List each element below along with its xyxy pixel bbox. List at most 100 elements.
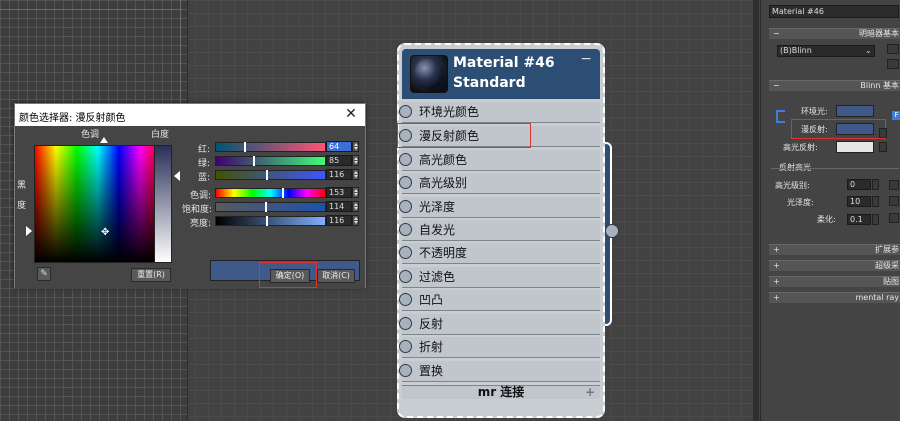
ok-highlight xyxy=(259,262,317,288)
blue-spinner[interactable] xyxy=(352,169,359,180)
slot-ambient[interactable]: 环境光颜色 xyxy=(399,102,600,123)
input-socket-icon[interactable] xyxy=(399,153,412,166)
maps-rollup[interactable]: + 贴图 xyxy=(769,276,900,287)
output-socket-icon[interactable] xyxy=(605,224,619,238)
spec-graph-3 xyxy=(889,213,899,223)
gloss-spinner[interactable] xyxy=(872,196,879,207)
black-pointer-icon[interactable] xyxy=(26,226,32,236)
input-socket-icon[interactable] xyxy=(399,317,412,330)
color-spectrum[interactable] xyxy=(34,145,162,263)
input-socket-icon[interactable] xyxy=(399,176,412,189)
specular-color-swatch[interactable] xyxy=(836,141,874,153)
input-socket-icon[interactable] xyxy=(399,246,412,259)
ambient-label: 环境光: xyxy=(801,107,828,116)
close-icon[interactable]: ✕ xyxy=(343,106,359,122)
green-value[interactable]: 85 xyxy=(326,155,352,166)
saturation-value[interactable]: 114 xyxy=(326,201,352,212)
slot-glossiness[interactable]: 光泽度 xyxy=(399,197,600,218)
slot-opacity[interactable]: 不透明度 xyxy=(399,243,600,264)
green-slider[interactable] xyxy=(215,156,326,166)
face-map-checkbox[interactable] xyxy=(887,59,899,69)
input-socket-icon[interactable] xyxy=(399,105,412,118)
input-socket-icon[interactable] xyxy=(399,340,412,353)
blue-value[interactable]: 116 xyxy=(326,169,352,180)
brightness-spinner[interactable] xyxy=(352,215,359,226)
gloss-input[interactable]: 10 xyxy=(847,196,871,207)
black-label: 黑 xyxy=(17,181,27,191)
footer-label: mr 连接 xyxy=(477,385,525,399)
slot-reflection[interactable]: 反射 xyxy=(399,314,600,335)
collapse-icon[interactable]: − xyxy=(580,51,592,67)
spec-level-input[interactable]: 0 xyxy=(847,179,871,190)
ambient-map-button[interactable]: F xyxy=(892,111,900,120)
blue-label: 蓝: xyxy=(198,173,211,183)
slot-refraction[interactable]: 折射 xyxy=(399,337,600,358)
material-parameters-panel: Material #46 − 明暗器基本 (B)Blinn ⌄ − Blinn 基本… xyxy=(760,0,900,421)
hue-spinner[interactable] xyxy=(352,187,359,198)
soften-input[interactable]: 0.1 xyxy=(847,214,871,225)
whiteness-bar[interactable] xyxy=(154,145,172,263)
input-socket-icon[interactable] xyxy=(399,293,412,306)
diffuse-highlight xyxy=(791,119,886,139)
brightness-slider[interactable] xyxy=(215,216,326,226)
hue-pointer-icon[interactable] xyxy=(100,137,108,143)
material-node[interactable]: Material #46 Standard − 环境光颜色 漫反射颜色 高光颜色… xyxy=(397,43,605,418)
slot-label: 反射 xyxy=(419,317,444,331)
mr-connection-rollup[interactable]: mr 连接 + xyxy=(402,385,600,399)
hue-slider[interactable] xyxy=(215,188,326,198)
material-preview-sphere xyxy=(410,55,448,93)
slot-label: 自发光 xyxy=(419,223,456,237)
shader-basic-rollup[interactable]: − 明暗器基本 xyxy=(769,28,900,39)
slot-displacement[interactable]: 置换 xyxy=(399,361,600,382)
crosshair-icon: ✥ xyxy=(101,227,110,238)
cancel-button[interactable]: 取消(C) xyxy=(317,269,355,283)
slot-specular-color[interactable]: 高光颜色 xyxy=(399,150,600,171)
wire-checkbox[interactable] xyxy=(887,44,899,54)
soften-spinner[interactable] xyxy=(872,214,879,225)
eyedropper-icon[interactable]: ✎ xyxy=(37,267,51,281)
green-spinner[interactable] xyxy=(352,155,359,166)
input-socket-icon[interactable] xyxy=(399,200,412,213)
expand-icon[interactable]: + xyxy=(585,386,595,399)
input-socket-icon[interactable] xyxy=(399,223,412,236)
hue-value[interactable]: 153 xyxy=(326,187,352,198)
red-slider[interactable] xyxy=(215,142,326,152)
chevron-down-icon[interactable]: ⌄ xyxy=(865,46,872,55)
input-socket-icon[interactable] xyxy=(399,364,412,377)
input-socket-icon[interactable] xyxy=(399,270,412,283)
saturation-slider[interactable] xyxy=(215,202,326,212)
slot-filter-color[interactable]: 过滤色 xyxy=(399,267,600,288)
slot-specular-level[interactable]: 高光级别 xyxy=(399,173,600,194)
supersampling-rollup[interactable]: + 超级采 xyxy=(769,260,900,271)
saturation-spinner[interactable] xyxy=(352,201,359,212)
soften-label: 柔化: xyxy=(817,215,836,224)
specular-map-button[interactable] xyxy=(879,142,887,152)
spec-level-spinner[interactable] xyxy=(872,179,879,190)
slot-label: 凹凸 xyxy=(419,293,444,307)
red-value[interactable]: 64 xyxy=(326,141,352,152)
diffuse-map-button[interactable] xyxy=(879,128,887,138)
blinn-basic-rollup[interactable]: − Blinn 基本 xyxy=(769,80,900,91)
node-title: Material #46 xyxy=(453,55,555,71)
shader-select[interactable]: (B)Blinn xyxy=(777,45,875,57)
node-header[interactable]: Material #46 Standard − xyxy=(402,49,600,99)
material-name-field[interactable]: Material #46 xyxy=(769,5,899,18)
lock-bracket-icon[interactable] xyxy=(776,110,785,123)
reset-button[interactable]: 重置(R) xyxy=(131,268,171,282)
red-label: 红: xyxy=(198,145,211,155)
slot-label: 环境光颜色 xyxy=(419,105,480,119)
diffuse-slot-highlight xyxy=(397,123,531,148)
blue-slider[interactable] xyxy=(215,170,326,180)
slot-label: 置换 xyxy=(419,364,444,378)
whiteness-pointer-icon[interactable] xyxy=(174,171,180,181)
spec-graph-2 xyxy=(889,196,899,206)
brightness-value[interactable]: 116 xyxy=(326,215,352,226)
slot-self-illumination[interactable]: 自发光 xyxy=(399,220,600,241)
mental-ray-rollup[interactable]: + mental ray xyxy=(769,292,900,303)
slot-label: 高光颜色 xyxy=(419,153,468,167)
gloss-label: 光泽度: xyxy=(787,198,814,207)
ambient-color-swatch[interactable] xyxy=(836,105,874,117)
red-spinner[interactable] xyxy=(352,141,359,152)
slot-bump[interactable]: 凹凸 xyxy=(399,290,600,311)
extended-params-rollup[interactable]: + 扩展参 xyxy=(769,244,900,255)
